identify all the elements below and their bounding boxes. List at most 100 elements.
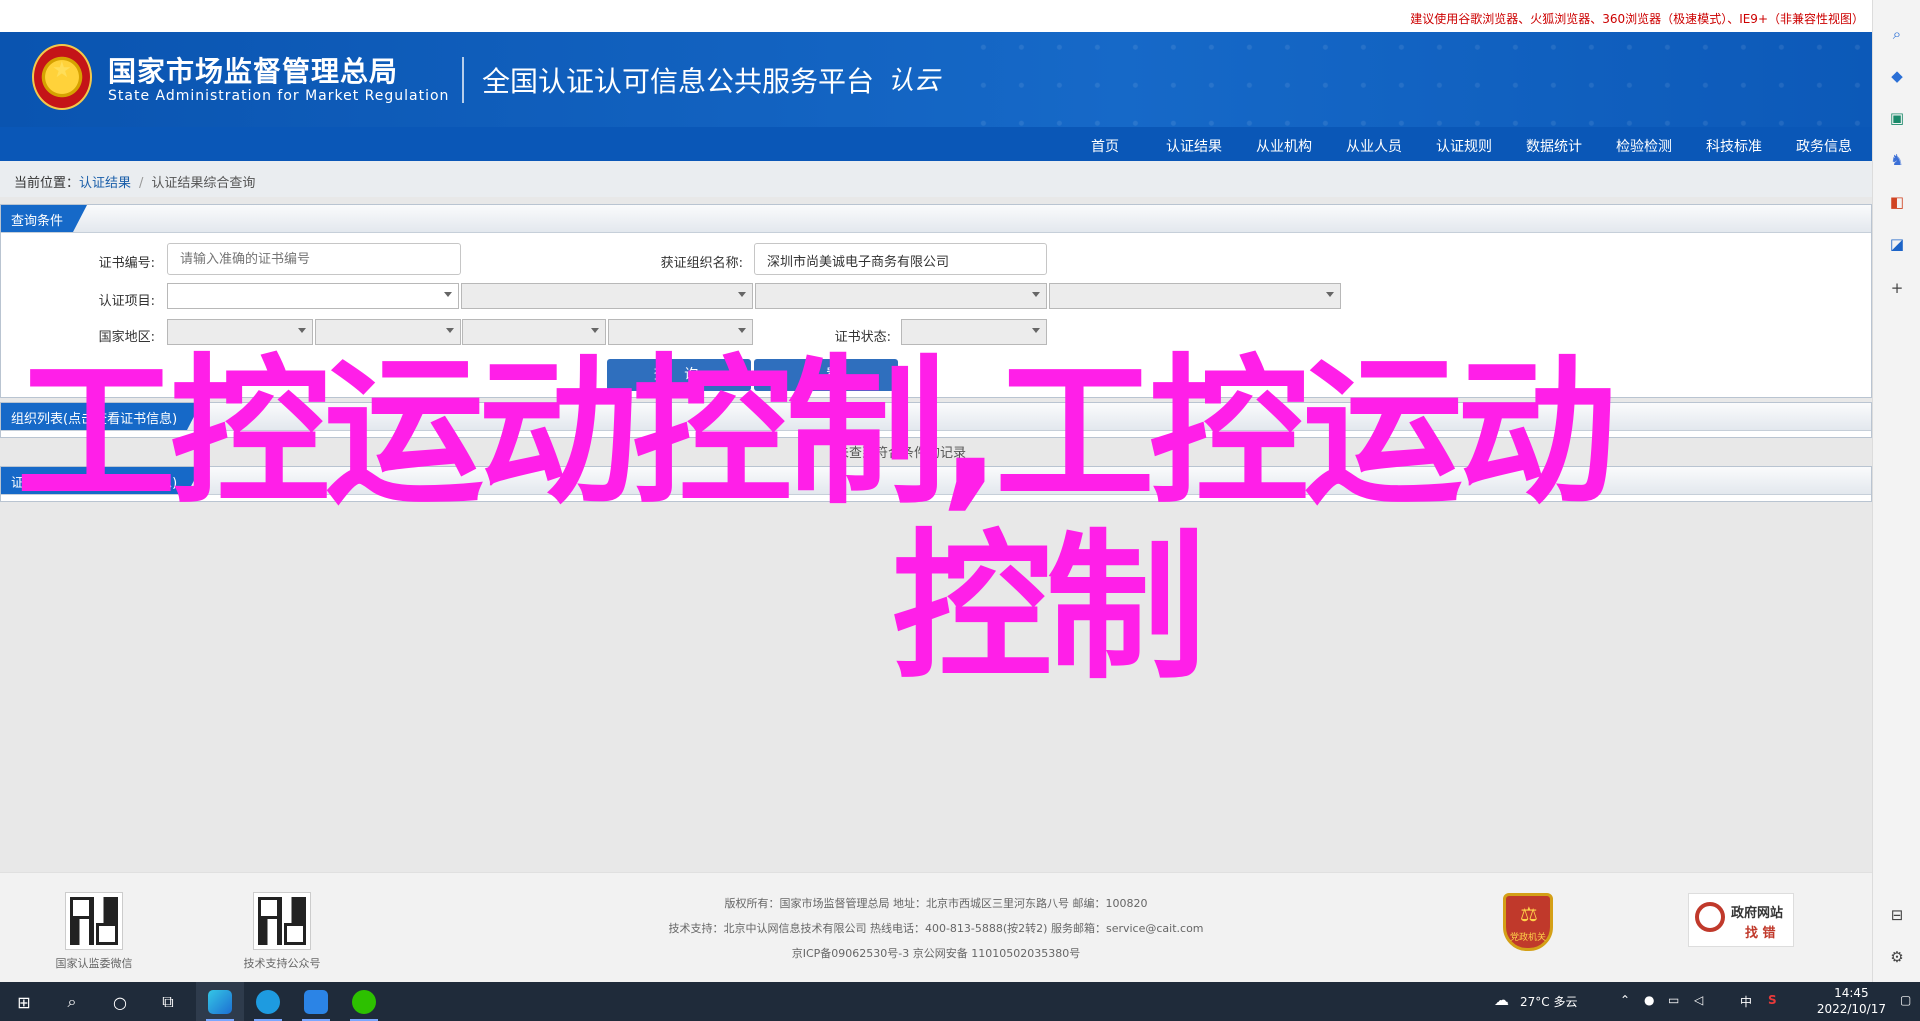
- clock[interactable]: 14:45 2022/10/17: [1817, 985, 1886, 1017]
- breadcrumb: 当前位置：认证结果 / 认证结果综合查询: [0, 161, 1872, 197]
- chevron-down-icon: [738, 292, 746, 297]
- site-footer: 国家认监委微信 技术支持公众号 版权所有：国家市场监督管理总局 地址：北京市西城…: [0, 872, 1872, 982]
- add-icon[interactable]: +: [1885, 276, 1909, 300]
- edge-sidebar: ⌕ ◆ ▣ ♞ ◧ ◪ + ⊟ ⚙: [1872, 0, 1920, 982]
- games-icon[interactable]: ♞: [1885, 148, 1909, 172]
- cloud-logo: 认云: [888, 66, 941, 96]
- chevron-down-icon: [1032, 292, 1040, 297]
- reset-button[interactable]: 重置: [754, 359, 898, 391]
- office-icon[interactable]: ◧: [1885, 190, 1909, 214]
- status-label: 证书状态:: [834, 330, 891, 345]
- breadcrumb-separator: /: [139, 176, 144, 191]
- org-list-panel: 组织列表(点击查看证书信息): [0, 402, 1872, 438]
- weather-text[interactable]: 27°C 多云: [1520, 993, 1577, 1010]
- region-select-2[interactable]: [315, 319, 461, 345]
- main-nav: 首页 认证结果 从业机构 从业人员 认证规则 数据统计 检验检测 科技标准 政务…: [0, 127, 1872, 161]
- overlay-line-2: 控制: [891, 514, 1206, 701]
- gov-site-error-link[interactable]: 政府网站 找 错: [1688, 893, 1794, 947]
- clock-date: 2022/10/17: [1816, 1002, 1886, 1016]
- project-select-1[interactable]: [167, 283, 459, 309]
- org-name-cn: 国家市场监督管理总局: [108, 55, 399, 88]
- org-name-input[interactable]: 深圳市尚美诚电子商务有限公司: [754, 243, 1047, 275]
- nav-rules[interactable]: 认证规则: [1436, 136, 1492, 156]
- windows-taskbar: ⊞ ⌕ ○ ⧉ ☁ 27°C 多云 ⌃ ● ▭ ◁ 中 S 14:45 2022…: [0, 982, 1920, 1021]
- region-select-4[interactable]: [608, 319, 753, 345]
- nav-standards[interactable]: 科技标准: [1706, 136, 1762, 156]
- gov-link-subtitle: 找 错: [1745, 926, 1776, 941]
- query-panel: 查询条件 证书编号: 获证组织名称: 深圳市尚美诚电子商务有限公司 认证项目: …: [0, 204, 1872, 398]
- footer-copyright: 版权所有：国家市场监督管理总局 地址：北京市西城区三里河东路八号 邮编：1008…: [724, 897, 1148, 910]
- chevron-down-icon: [1326, 292, 1334, 297]
- org-list-header: 组织列表(点击查看证书信息): [1, 403, 1871, 431]
- region-select-1[interactable]: [167, 319, 313, 345]
- project-select-3[interactable]: [755, 283, 1047, 309]
- chevron-up-icon[interactable]: ⌃: [1620, 993, 1630, 1007]
- cortana-icon[interactable]: ○: [108, 990, 132, 1014]
- taskbar-wechat[interactable]: [340, 982, 388, 1021]
- chevron-down-icon: [446, 328, 454, 333]
- region-label: 国家地区:: [98, 330, 155, 345]
- breadcrumb-label: 当前位置：: [14, 176, 80, 191]
- platform-title: 全国认证认可信息公共服务平台: [482, 65, 875, 98]
- shopping-tag-icon[interactable]: ◆: [1885, 64, 1909, 88]
- browser-viewport: 建议使用谷歌浏览器、火狐浏览器、360浏览器（极速模式）、IE9+（非兼容性视图…: [0, 0, 1872, 982]
- network-icon[interactable]: ▭: [1668, 993, 1679, 1007]
- nav-institutions[interactable]: 从业机构: [1256, 136, 1312, 156]
- browser-notice: 建议使用谷歌浏览器、火狐浏览器、360浏览器（极速模式）、IE9+（非兼容性视图…: [0, 0, 1872, 32]
- clock-time: 14:45: [1834, 986, 1869, 1000]
- search-icon[interactable]: ⌕: [1885, 22, 1909, 46]
- outlook-icon[interactable]: ◪: [1885, 232, 1909, 256]
- nav-testing[interactable]: 检验检测: [1616, 136, 1672, 156]
- project-select-2[interactable]: [461, 283, 753, 309]
- region-select-3[interactable]: [462, 319, 606, 345]
- gear-icon[interactable]: ⚙: [1885, 945, 1909, 969]
- footer-support: 技术支持：北京中认网信息技术有限公司 热线电话：400-813-5888(按2转…: [668, 922, 1204, 935]
- nav-statistics[interactable]: 数据统计: [1526, 136, 1582, 156]
- breadcrumb-current: 认证结果综合查询: [151, 176, 256, 191]
- national-emblem-icon: [32, 44, 92, 110]
- sidebar-toggle-icon[interactable]: ⊟: [1885, 903, 1909, 927]
- chevron-down-icon: [738, 328, 746, 333]
- footer-icp[interactable]: 京ICP备09062530号-3 京公网安备 11010502035380号: [0, 945, 1872, 961]
- cert-no-input[interactable]: [167, 243, 461, 275]
- weather-icon[interactable]: ☁: [1494, 991, 1509, 1009]
- party-gov-badge[interactable]: 党政机关: [1503, 893, 1553, 951]
- header-divider: [462, 57, 464, 103]
- query-panel-tab: 查询条件: [1, 205, 88, 232]
- gov-link-title: 政府网站: [1731, 906, 1784, 921]
- wechat-icon: [352, 990, 376, 1014]
- project-select-4[interactable]: [1049, 283, 1341, 309]
- feishu-icon: [304, 990, 328, 1014]
- site-header: 国家市场监督管理总局 State Administration for Mark…: [0, 32, 1872, 127]
- notice-text: 建议使用谷歌浏览器、火狐浏览器、360浏览器（极速模式）、IE9+（非兼容性视图…: [1410, 12, 1864, 26]
- notification-icon[interactable]: ▢: [1900, 993, 1911, 1007]
- sogou-icon[interactable]: S: [1768, 993, 1777, 1007]
- nav-personnel[interactable]: 从业人员: [1346, 136, 1402, 156]
- search-icon[interactable]: ⌕: [60, 990, 84, 1014]
- wechat-tray-icon[interactable]: ●: [1644, 993, 1654, 1007]
- task-view-icon[interactable]: ⧉: [156, 990, 180, 1014]
- search-button[interactable]: 查 询: [607, 359, 751, 391]
- chevron-down-icon: [591, 328, 599, 333]
- org-name-en: State Administration for Market Regulati…: [108, 88, 450, 104]
- nav-cert-results[interactable]: 认证结果: [1166, 136, 1222, 156]
- nav-home[interactable]: 首页: [1091, 136, 1119, 156]
- nav-gov-info[interactable]: 政务信息: [1796, 136, 1852, 156]
- magnifier-icon: [1695, 902, 1725, 932]
- cert-list-header: 证书列表(点击查看详细信息): [1, 467, 1871, 495]
- taskbar-edge[interactable]: [196, 982, 244, 1021]
- cert-list-tab: 证书列表(点击查看详细信息): [1, 467, 202, 494]
- ime-indicator[interactable]: 中: [1740, 993, 1752, 1010]
- org-list-tab: 组织列表(点击查看证书信息): [1, 403, 202, 430]
- status-select[interactable]: [901, 319, 1047, 345]
- browser-app-icon: [256, 990, 280, 1014]
- breadcrumb-link-results[interactable]: 认证结果: [79, 176, 131, 191]
- tools-icon[interactable]: ▣: [1885, 106, 1909, 130]
- windows-start-icon[interactable]: ⊞: [12, 990, 36, 1014]
- chevron-down-icon: [298, 328, 306, 333]
- volume-icon[interactable]: ◁: [1694, 993, 1703, 1007]
- taskbar-app-2[interactable]: [244, 982, 292, 1021]
- taskbar-app-3[interactable]: [292, 982, 340, 1021]
- no-records-message: 未查到符合条件的记录: [836, 446, 967, 461]
- cert-no-label: 证书编号:: [98, 256, 155, 271]
